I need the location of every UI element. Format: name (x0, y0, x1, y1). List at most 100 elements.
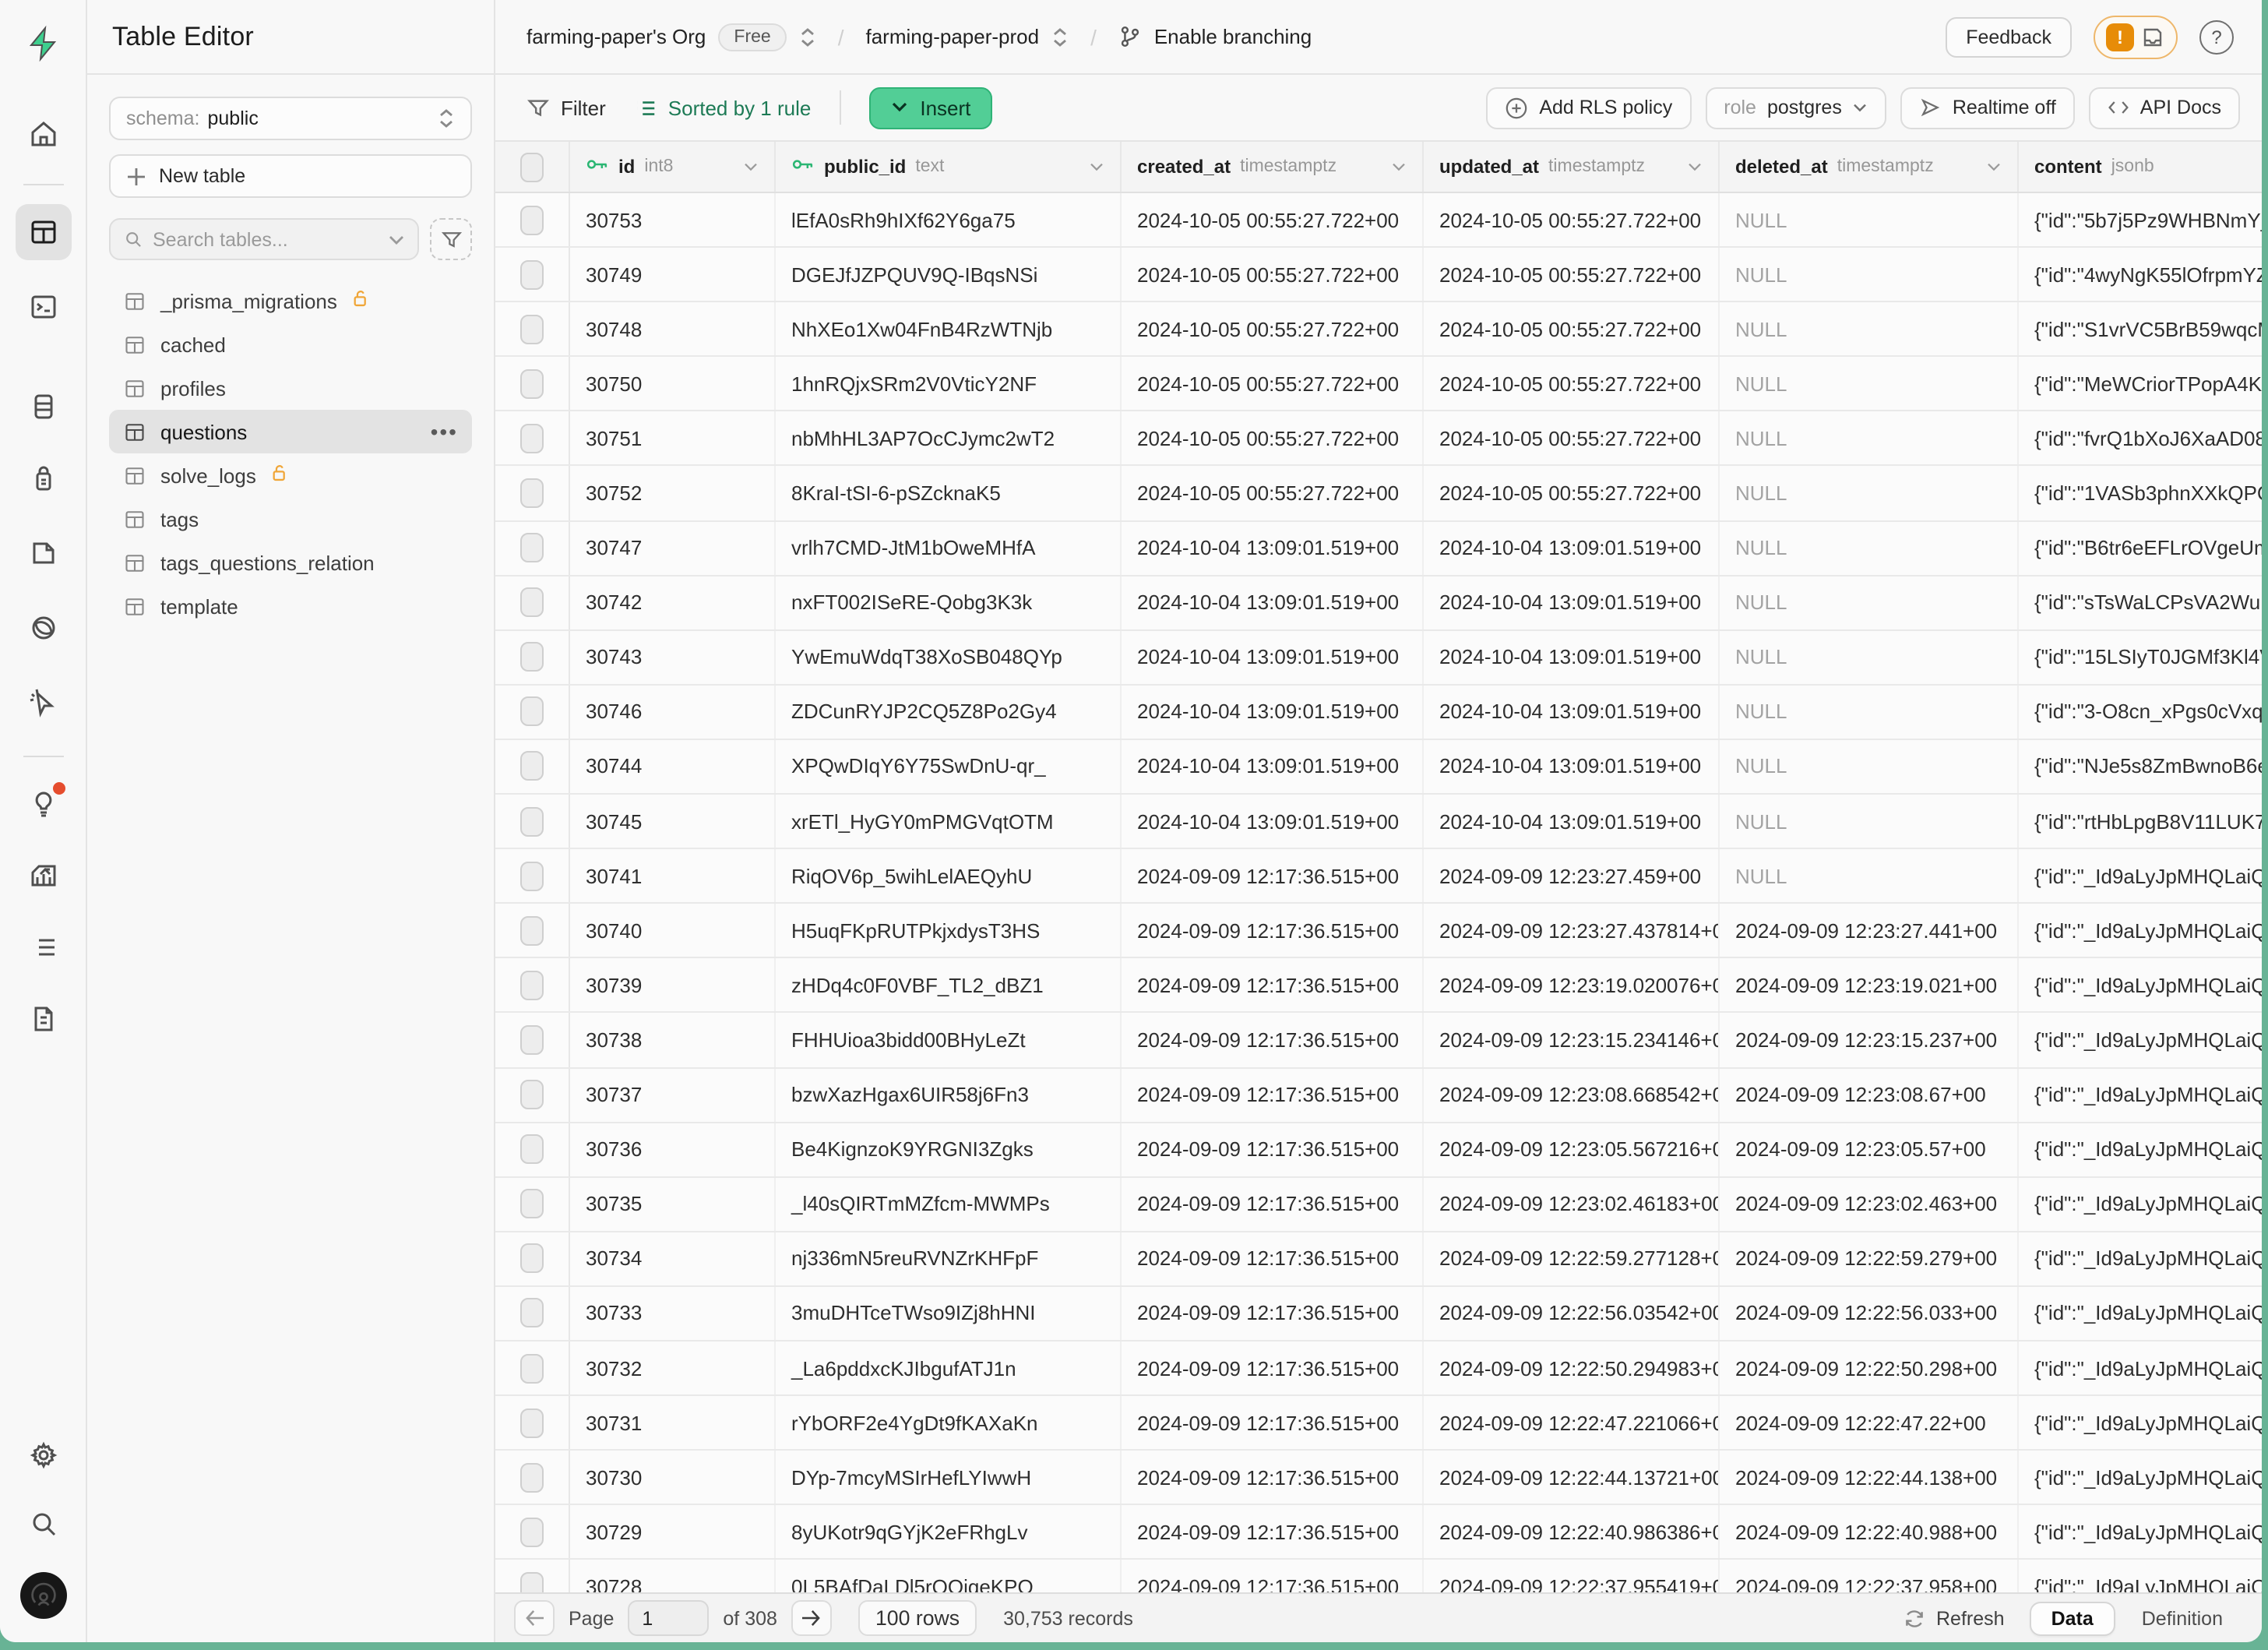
cell-deleted_at[interactable]: 2024-09-09 12:23:05.57+00 (1720, 1123, 2019, 1176)
cell-deleted_at[interactable]: 2024-09-09 12:22:56.033+00 (1720, 1287, 2019, 1340)
cell-content[interactable]: {"id":"NJe5s8ZmBwnoB6e3s (2019, 740, 2262, 793)
cell-public_id[interactable]: YwEmuWdqT38XoSB048QYp (776, 631, 1122, 684)
rows-per-page-button[interactable]: 100 rows (858, 1600, 977, 1636)
cell-created_at[interactable]: 2024-09-09 12:17:36.515+00 (1122, 959, 1424, 1012)
cell-updated_at[interactable]: 2024-09-09 12:23:19.020076+00 (1424, 959, 1720, 1012)
cell-deleted_at[interactable]: 2024-09-09 12:23:02.463+00 (1720, 1177, 2019, 1230)
cell-public_id[interactable]: 0L5BAfDaLDl5rQOiqeKPO (776, 1560, 1122, 1592)
chevron-down-icon[interactable] (1391, 161, 1407, 172)
cell-content[interactable]: {"id":"_Id9aLyJpMHQLaiQC (2019, 959, 2262, 1012)
sidebar-table-item[interactable]: tags (109, 497, 472, 541)
cell-public_id[interactable]: nj336mN5reuRVNZrKHFpF (776, 1232, 1122, 1285)
cell-id[interactable]: 30732 (570, 1342, 776, 1394)
cell-deleted_at[interactable]: 2024-09-09 12:22:59.279+00 (1720, 1232, 2019, 1285)
cell-created_at[interactable]: 2024-10-04 13:09:01.519+00 (1122, 795, 1424, 848)
column-header[interactable]: content jsonb (2019, 142, 2262, 192)
enable-branching-button[interactable]: Enable branching (1154, 25, 1312, 48)
cell-updated_at[interactable]: 2024-09-09 12:22:56.03542+00 (1424, 1287, 1720, 1340)
cell-deleted_at[interactable]: NULL (1720, 467, 2019, 520)
table-editor-icon[interactable] (15, 204, 71, 260)
row-checkbox[interactable] (520, 369, 544, 399)
sidebar-table-item[interactable]: profiles (109, 366, 472, 410)
new-table-button[interactable]: New table (109, 154, 472, 198)
home-icon[interactable] (15, 106, 71, 162)
tab-data[interactable]: Data (2030, 1601, 2115, 1635)
cell-public_id[interactable]: ZDCunRYJP2CQ5Z8Po2Gy4 (776, 686, 1122, 739)
cell-id[interactable]: 30734 (570, 1232, 776, 1285)
row-checkbox[interactable] (520, 1518, 544, 1547)
row-checkbox[interactable] (520, 806, 544, 836)
row-checkbox[interactable] (520, 752, 544, 781)
cell-created_at[interactable]: 2024-09-09 12:17:36.515+00 (1122, 1560, 1424, 1592)
org-name[interactable]: farming-paper's Org (526, 25, 706, 48)
tab-definition[interactable]: Definition (2122, 1602, 2243, 1634)
cell-deleted_at[interactable]: NULL (1720, 302, 2019, 355)
sidebar-table-item[interactable]: cached (109, 323, 472, 366)
cell-created_at[interactable]: 2024-10-04 13:09:01.519+00 (1122, 631, 1424, 684)
cell-deleted_at[interactable]: 2024-09-09 12:22:40.988+00 (1720, 1506, 2019, 1559)
cell-content[interactable]: {"id":"_Id9aLyJpMHQLaiQC (2019, 1014, 2262, 1067)
cell-created_at[interactable]: 2024-09-09 12:17:36.515+00 (1122, 1068, 1424, 1121)
cell-updated_at[interactable]: 2024-09-09 12:22:44.13721+00 (1424, 1451, 1720, 1504)
sidebar-table-item[interactable]: _prisma_migrations (109, 279, 472, 323)
cell-content[interactable]: {"id":"_Id9aLyJpMHQLaiQC (2019, 1068, 2262, 1121)
cell-updated_at[interactable]: 2024-09-09 12:22:59.277128+00 (1424, 1232, 1720, 1285)
cell-deleted_at[interactable]: 2024-09-09 12:23:19.021+00 (1720, 959, 2019, 1012)
cell-public_id[interactable]: lEfA0sRh9hIXf62Y6ga75 (776, 193, 1122, 246)
row-checkbox[interactable] (520, 478, 544, 508)
cell-deleted_at[interactable]: 2024-09-09 12:23:08.67+00 (1720, 1068, 2019, 1121)
select-all-checkbox[interactable] (520, 152, 544, 182)
avatar[interactable] (15, 1567, 71, 1624)
cell-updated_at[interactable]: 2024-10-05 00:55:27.722+00 (1424, 248, 1720, 301)
edge-functions-icon[interactable] (15, 600, 71, 656)
realtime-icon[interactable] (15, 675, 71, 731)
cell-updated_at[interactable]: 2024-09-09 12:23:15.234146+00 (1424, 1014, 1720, 1067)
row-checkbox[interactable] (520, 1353, 544, 1383)
add-rls-policy-button[interactable]: Add RLS policy (1486, 86, 1691, 129)
chevron-down-icon[interactable] (743, 161, 759, 172)
chevrons-up-down-icon[interactable] (1051, 26, 1069, 48)
cell-created_at[interactable]: 2024-09-09 12:17:36.515+00 (1122, 1396, 1424, 1449)
cell-public_id[interactable]: bzwXazHgax6UIR58j6Fn3 (776, 1068, 1122, 1121)
row-checkbox[interactable] (520, 643, 544, 672)
cell-created_at[interactable]: 2024-10-04 13:09:01.519+00 (1122, 740, 1424, 793)
cell-created_at[interactable]: 2024-10-05 00:55:27.722+00 (1122, 412, 1424, 465)
row-checkbox[interactable] (520, 259, 544, 289)
cell-updated_at[interactable]: 2024-10-04 13:09:01.519+00 (1424, 795, 1720, 848)
cell-public_id[interactable]: vrlh7CMD-JtM1bOweMHfA (776, 521, 1122, 574)
row-checkbox[interactable] (520, 314, 544, 344)
cell-deleted_at[interactable]: NULL (1720, 686, 2019, 739)
cell-created_at[interactable]: 2024-09-09 12:17:36.515+00 (1122, 1014, 1424, 1067)
cell-created_at[interactable]: 2024-09-09 12:17:36.515+00 (1122, 904, 1424, 957)
search-icon[interactable] (15, 1496, 71, 1552)
cell-id[interactable]: 30744 (570, 740, 776, 793)
cell-id[interactable]: 30750 (570, 358, 776, 411)
cell-created_at[interactable]: 2024-10-05 00:55:27.722+00 (1122, 193, 1424, 246)
cell-public_id[interactable]: xrETl_HyGY0mPMGVqtOTM (776, 795, 1122, 848)
cell-deleted_at[interactable]: NULL (1720, 795, 2019, 848)
cell-deleted_at[interactable]: NULL (1720, 358, 2019, 411)
cell-updated_at[interactable]: 2024-09-09 12:23:27.459+00 (1424, 849, 1720, 902)
row-checkbox[interactable] (520, 533, 544, 562)
row-checkbox[interactable] (520, 1189, 544, 1218)
cell-public_id[interactable]: FHHUioa3bidd00BHyLeZt (776, 1014, 1122, 1067)
sidebar-table-item[interactable]: template (109, 584, 472, 628)
table-options-button[interactable]: ••• (431, 419, 458, 444)
cell-content[interactable]: {"id":"4wyNgK55lOfrpmYZc (2019, 248, 2262, 301)
cell-deleted_at[interactable]: NULL (1720, 521, 2019, 574)
column-header[interactable]: updated_at timestamptz (1424, 142, 1720, 192)
row-checkbox[interactable] (520, 205, 544, 234)
cell-updated_at[interactable]: 2024-10-05 00:55:27.722+00 (1424, 412, 1720, 465)
cell-updated_at[interactable]: 2024-10-04 13:09:01.519+00 (1424, 631, 1720, 684)
row-checkbox[interactable] (520, 424, 544, 453)
column-header[interactable]: public_id text (776, 142, 1122, 192)
chevrons-up-down-icon[interactable] (799, 26, 816, 48)
cell-content[interactable]: {"id":"_Id9aLyJpMHQLaiQC (2019, 1451, 2262, 1504)
advisors-icon[interactable] (15, 776, 71, 832)
sql-editor-icon[interactable] (15, 279, 71, 335)
cell-id[interactable]: 30748 (570, 302, 776, 355)
cell-public_id[interactable]: DGEJfJZPQUV9Q-IBqsNSi (776, 248, 1122, 301)
cell-id[interactable]: 30728 (570, 1560, 776, 1592)
cell-updated_at[interactable]: 2024-10-04 13:09:01.519+00 (1424, 576, 1720, 629)
cell-content[interactable]: {"id":"_Id9aLyJpMHQLaiQC (2019, 904, 2262, 957)
